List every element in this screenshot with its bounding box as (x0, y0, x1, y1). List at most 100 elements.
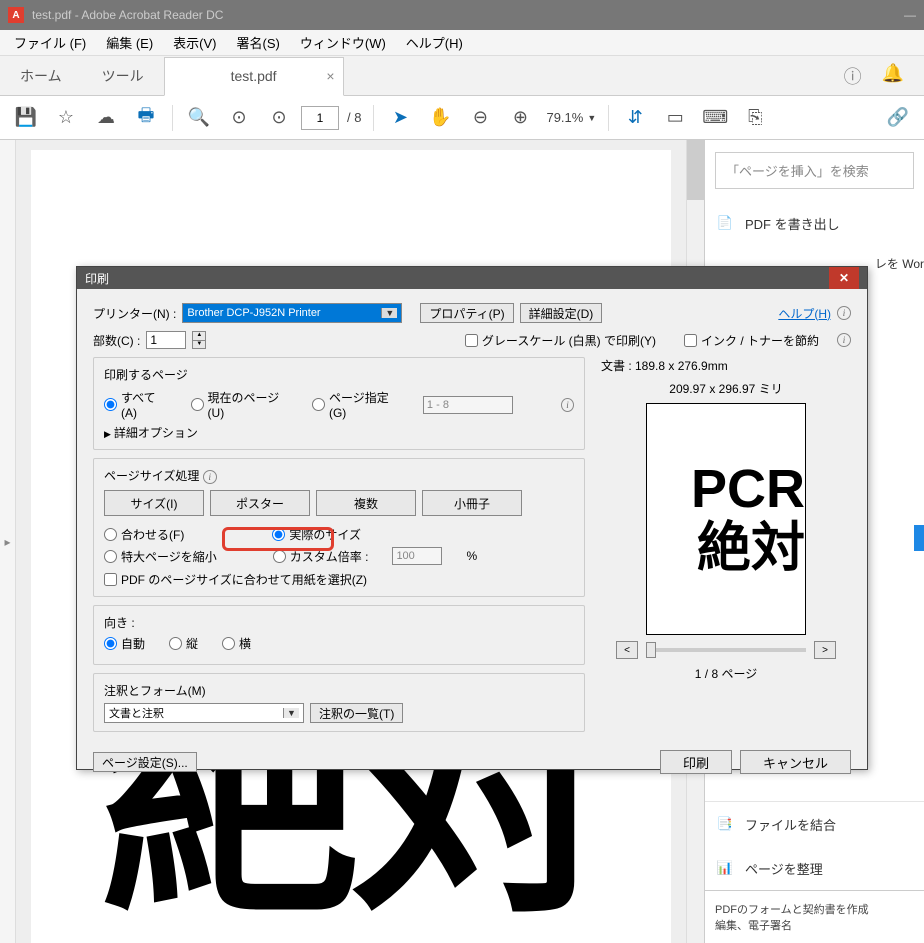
advanced-button[interactable]: 詳細設定(D) (520, 303, 603, 323)
title-bar: A test.pdf - Adobe Acrobat Reader DC — (0, 0, 924, 30)
save-icon[interactable]: 💾 (8, 100, 44, 136)
help-icon[interactable]: ⓘ (844, 63, 862, 89)
help-info-icon[interactable]: i (837, 306, 851, 320)
radio-orient-landscape[interactable]: 横 (222, 635, 251, 652)
window-title: test.pdf - Adobe Acrobat Reader DC (32, 8, 223, 22)
mode-booklet-button[interactable]: 小冊子 (422, 490, 522, 516)
dialog-title-bar: 印刷 ✕ (77, 267, 867, 289)
tool-export-pdf[interactable]: 📄 PDF を書き出し (705, 201, 924, 245)
zoom-out-icon[interactable]: ⊖ (462, 100, 498, 136)
radio-shrink[interactable]: 特大ページを縮小 (104, 548, 217, 565)
properties-button[interactable]: プロパティ(P) (420, 303, 513, 323)
cloud-icon[interactable]: ☁ (88, 100, 124, 136)
mode-poster-button[interactable]: ポスター (210, 490, 310, 516)
app-icon: A (8, 7, 24, 23)
clipped-text: レを Wor (875, 255, 924, 272)
radio-fit[interactable]: 合わせる(F) (104, 526, 184, 543)
preview-prev-button[interactable]: < (616, 641, 638, 659)
custom-scale-input[interactable] (392, 547, 442, 565)
export-pdf-icon: 📄 (715, 213, 735, 233)
percent-label: % (466, 549, 477, 563)
size-info-icon[interactable]: i (203, 470, 217, 484)
choose-paper-checkbox[interactable]: PDF のページサイズに合わせて用紙を選択(Z) (104, 571, 574, 588)
printer-select[interactable]: Brother DCP-J952N Printer▼ (182, 303, 402, 323)
pages-group-title: 印刷するページ (104, 366, 574, 383)
combine-files-icon: 📑 (715, 814, 735, 834)
pages-info-icon[interactable]: i (561, 398, 574, 412)
menu-bar: ファイル (F) 編集 (E) 表示(V) 署名(S) ウィンドウ(W) ヘルプ… (0, 30, 924, 56)
comments-label: 注釈とフォーム(M) (104, 682, 574, 699)
pages-to-print-group: 印刷するページ すべて(A) 現在のページ(U) ページ指定(G) i ▶詳細オ… (93, 357, 585, 450)
comments-forms-group: 注釈とフォーム(M) 文書と注釈▼ 注釈の一覧(T) (93, 673, 585, 732)
paper-size-text: 209.97 x 296.97 ミリ (669, 380, 782, 397)
preview-next-button[interactable]: > (814, 641, 836, 659)
menu-file[interactable]: ファイル (F) (6, 31, 94, 54)
size-group-title: ページサイズ処理 (104, 469, 199, 483)
save-ink-checkbox[interactable]: インク / トナーを節約 (684, 332, 819, 349)
zoom-in-icon[interactable]: ⊕ (502, 100, 538, 136)
tab-tools[interactable]: ツール (82, 56, 164, 95)
tab-home[interactable]: ホーム (0, 56, 82, 95)
hand-tool-icon[interactable]: ✋ (422, 100, 458, 136)
search-tools-input[interactable]: 「ページを挿入」を検索 (715, 152, 914, 189)
menu-view[interactable]: 表示(V) (165, 31, 224, 54)
mode-multiple-button[interactable]: 複数 (316, 490, 416, 516)
radio-actual-size[interactable]: 実際のサイズ (272, 526, 361, 543)
copies-label: 部数(C) : (93, 332, 140, 349)
mode-size-button[interactable]: サイズ(I) (104, 490, 204, 516)
menu-edit[interactable]: 編集 (E) (98, 31, 161, 54)
print-preview: PCR 絶対 (646, 403, 806, 635)
fit-width-icon[interactable]: ⇵ (617, 100, 653, 136)
page-number-input[interactable] (301, 106, 339, 130)
radio-current[interactable]: 現在のページ(U) (191, 389, 288, 420)
ink-info-icon[interactable]: i (837, 333, 851, 347)
document-size-text: 文書 : 189.8 x 276.9mm (601, 357, 728, 374)
share-link-icon[interactable]: 🔗 (880, 100, 916, 136)
page-range-input[interactable] (423, 396, 513, 414)
star-icon[interactable]: ☆ (48, 100, 84, 136)
copies-input[interactable] (146, 331, 186, 349)
printer-label: プリンター(N) : (93, 305, 176, 322)
read-aloud-icon[interactable]: ⎘ (737, 100, 773, 136)
cancel-button[interactable]: キャンセル (740, 750, 851, 774)
separator (172, 105, 173, 131)
blue-indicator (914, 525, 924, 551)
tool-combine-files[interactable]: 📑 ファイルを結合 (705, 801, 924, 846)
menu-sign[interactable]: 署名(S) (229, 31, 288, 54)
print-icon[interactable]: 🖶 (128, 100, 164, 136)
zoom-find-icon[interactable]: 🔍 (181, 100, 217, 136)
separator (608, 105, 609, 131)
bell-icon[interactable]: 🔔 (882, 63, 904, 89)
radio-custom-scale[interactable]: カスタム倍率 : (273, 548, 369, 565)
left-nav-collapse[interactable]: ▸ (0, 140, 16, 943)
radio-orient-portrait[interactable]: 縦 (169, 635, 198, 652)
dialog-close-button[interactable]: ✕ (829, 267, 859, 289)
grayscale-checkbox[interactable]: グレースケール (白黒) で印刷(Y) (465, 332, 656, 349)
menu-window[interactable]: ウィンドウ(W) (292, 31, 394, 54)
comments-select[interactable]: 文書と注釈▼ (104, 703, 304, 723)
minimize-button[interactable]: — (904, 8, 916, 22)
arrow-tool-icon[interactable]: ➤ (382, 100, 418, 136)
tab-document[interactable]: test.pdf × (164, 57, 344, 96)
tab-bar: ホーム ツール test.pdf × ⓘ 🔔 (0, 56, 924, 96)
preview-slider[interactable] (646, 648, 806, 652)
close-tab-icon[interactable]: × (326, 68, 334, 84)
menu-help[interactable]: ヘルプ(H) (398, 31, 471, 54)
radio-all[interactable]: すべて(A) (104, 389, 167, 420)
page-setup-button[interactable]: ページ設定(S)... (93, 752, 197, 772)
copies-spinner[interactable]: ▲▼ (192, 331, 206, 349)
page-sizing-group: ページサイズ処理 i サイズ(I) ポスター 複数 小冊子 合わせる(F) 実際… (93, 458, 585, 597)
more-options-toggle[interactable]: ▶詳細オプション (104, 424, 574, 441)
radio-orient-auto[interactable]: 自動 (104, 635, 145, 652)
radio-range[interactable]: ページ指定(G) (312, 389, 399, 420)
keyboard-icon[interactable]: ⌨ (697, 100, 733, 136)
help-link[interactable]: ヘルプ(H) (778, 305, 831, 322)
print-button[interactable]: 印刷 (660, 750, 732, 774)
zoom-level[interactable]: 79.1%▼ (542, 110, 600, 125)
next-page-icon[interactable]: ⊙ (261, 100, 297, 136)
orientation-label: 向き : (104, 616, 135, 630)
comments-list-button[interactable]: 注釈の一覧(T) (310, 703, 403, 723)
prev-page-icon[interactable]: ⊙ (221, 100, 257, 136)
tool-organize-pages[interactable]: 📊 ページを整理 (705, 846, 924, 890)
fit-page-icon[interactable]: ▭ (657, 100, 693, 136)
